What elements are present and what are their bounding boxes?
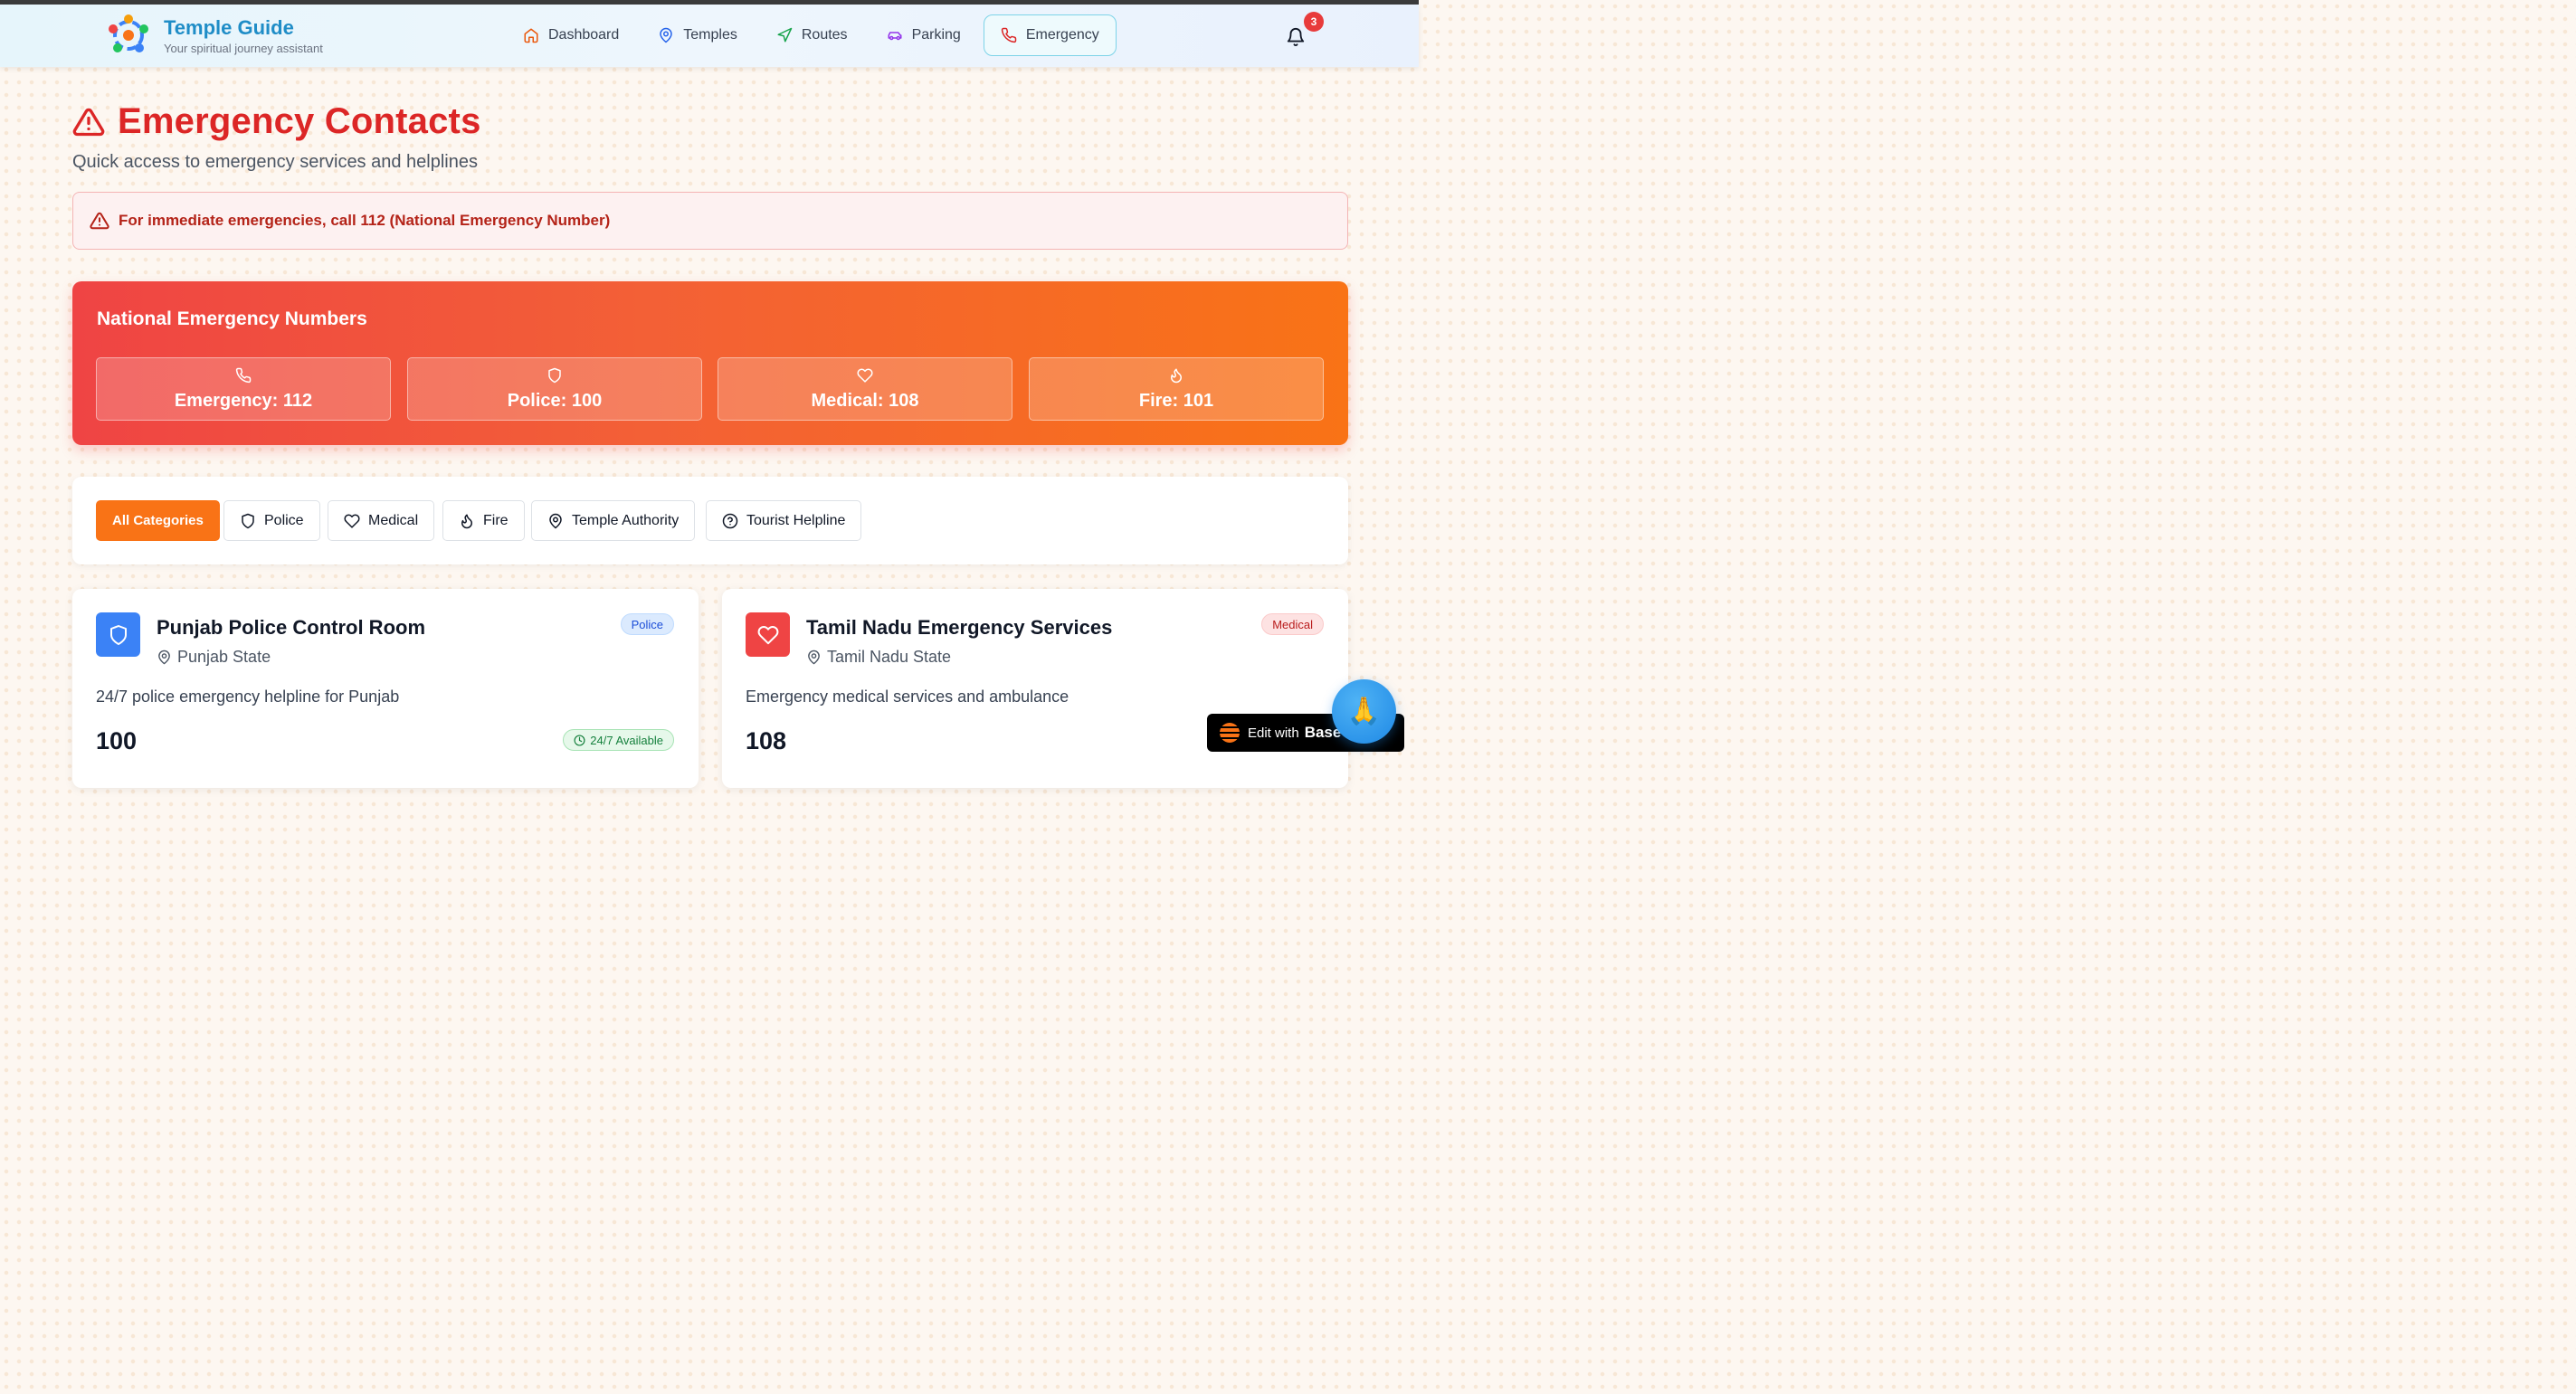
map-pin-icon <box>549 513 562 528</box>
alert-triangle-icon <box>72 108 105 136</box>
nav-item-label: Routes <box>801 27 848 43</box>
emergency-alert-banner: For immediate emergencies, call 112 (Nat… <box>72 192 1348 250</box>
brand-title: Temple Guide <box>164 15 294 39</box>
shield-icon <box>548 367 561 383</box>
home-icon <box>524 28 538 43</box>
page-subtitle: Quick access to emergency services and h… <box>72 152 478 172</box>
contact-location-text: Tamil Nadu State <box>827 648 952 666</box>
nav-item-emergency[interactable]: Emergency <box>983 14 1117 56</box>
heart-icon <box>344 513 360 528</box>
prayer-assistant-button[interactable]: 🙏 <box>1332 679 1396 744</box>
category-tag: Police <box>620 613 674 635</box>
shield-icon <box>242 513 254 528</box>
filter-label: Temple Authority <box>572 512 680 528</box>
flame-icon <box>461 514 472 528</box>
availability-text: 24/7 Available <box>590 733 663 747</box>
map-pin-icon <box>660 27 673 43</box>
national-number-label: Medical: 108 <box>811 390 919 411</box>
nav-item-label: Temples <box>683 27 737 43</box>
filter-fire[interactable]: Fire <box>442 500 525 541</box>
national-number-label: Emergency: 112 <box>174 390 313 411</box>
main-nav: Dashboard Temples Routes Parking Emergen… <box>507 14 1123 56</box>
filter-label: Fire <box>483 512 509 528</box>
contact-location: Punjab State <box>157 648 271 667</box>
national-number-fire[interactable]: Fire: 101 <box>1029 357 1324 421</box>
nav-item-label: Parking <box>911 27 961 43</box>
shield-icon <box>109 624 127 645</box>
card-category-badge <box>96 612 140 657</box>
filter-all-categories[interactable]: All Categories <box>96 500 220 541</box>
filter-label: Police <box>264 512 304 528</box>
filter-medical[interactable]: Medical <box>328 500 435 541</box>
edit-prefix: Edit with <box>1248 725 1299 741</box>
contact-number[interactable]: 100 <box>96 727 137 755</box>
brand-subtitle: Your spiritual journey assistant <box>164 41 323 55</box>
alert-triangle-icon <box>90 212 109 230</box>
contact-description: 24/7 police emergency helpline for Punja… <box>96 688 400 706</box>
contact-description: Emergency medical services and ambulance <box>746 688 1069 706</box>
contact-location-text: Punjab State <box>177 648 271 666</box>
filter-tourist-helpline[interactable]: Tourist Helpline <box>706 500 862 541</box>
national-number-emergency[interactable]: Emergency: 112 <box>96 357 391 421</box>
national-emergency-panel: National Emergency Numbers Emergency: 11… <box>72 281 1348 445</box>
nav-item-dashboard[interactable]: Dashboard <box>507 14 635 56</box>
national-number-medical[interactable]: Medical: 108 <box>718 357 1012 421</box>
national-panel-title: National Emergency Numbers <box>97 308 367 329</box>
temple-guide-logo-icon <box>109 14 148 52</box>
card-category-badge <box>746 612 790 657</box>
filter-label: All Categories <box>112 513 204 528</box>
filter-label: Tourist Helpline <box>746 512 846 528</box>
navigation-icon <box>777 27 793 43</box>
national-number-label: Fire: 101 <box>1138 390 1214 411</box>
top-navbar: Temple Guide Your spiritual journey assi… <box>0 5 1419 67</box>
contact-card-punjab-police[interactable]: Punjab Police Control Room Punjab State … <box>72 589 699 788</box>
clock-icon <box>574 734 585 746</box>
category-filter-bar: All Categories Police Medical Fire Templ… <box>72 477 1348 564</box>
availability-badge: 24/7 Available <box>563 729 674 751</box>
bell-icon[interactable] <box>1286 27 1306 47</box>
filter-temple-authority[interactable]: Temple Authority <box>531 500 696 541</box>
filter-police[interactable]: Police <box>223 500 320 541</box>
nav-item-parking[interactable]: Parking <box>870 14 977 56</box>
car-icon <box>888 32 902 41</box>
nav-item-label: Emergency <box>1025 27 1099 43</box>
filter-label: Medical <box>368 512 419 528</box>
contact-name: Tamil Nadu Emergency Services <box>806 616 1113 639</box>
phone-icon <box>1001 27 1017 43</box>
contact-location: Tamil Nadu State <box>806 648 951 667</box>
page-title: Emergency Contacts <box>72 101 481 142</box>
national-number-label: Police: 100 <box>507 390 603 411</box>
alert-text: For immediate emergencies, call 112 (Nat… <box>119 212 611 229</box>
nav-item-label: Dashboard <box>548 27 620 43</box>
notification-badge[interactable]: 3 <box>1304 12 1324 32</box>
nav-item-temples[interactable]: Temples <box>642 14 754 56</box>
contact-name: Punjab Police Control Room <box>157 616 426 639</box>
heart-icon <box>757 625 778 644</box>
national-number-police[interactable]: Police: 100 <box>407 357 702 421</box>
phone-icon <box>235 367 252 383</box>
help-circle-icon <box>722 513 738 528</box>
map-pin-icon <box>808 650 820 665</box>
base-logo-icon <box>1220 723 1240 743</box>
contact-card-tamil-nadu-emergency[interactable]: Tamil Nadu Emergency Services Tamil Nadu… <box>722 589 1348 788</box>
nav-item-routes[interactable]: Routes <box>760 14 864 56</box>
brand[interactable]: Temple Guide Your spiritual journey assi… <box>107 14 323 57</box>
map-pin-icon <box>158 650 170 665</box>
category-tag: Medical <box>1261 613 1324 635</box>
contact-number[interactable]: 108 <box>746 727 786 755</box>
page-title-text: Emergency Contacts <box>118 101 481 141</box>
flame-icon <box>1171 368 1182 383</box>
praying-hands-icon: 🙏 <box>1346 697 1382 726</box>
heart-icon <box>857 367 873 383</box>
